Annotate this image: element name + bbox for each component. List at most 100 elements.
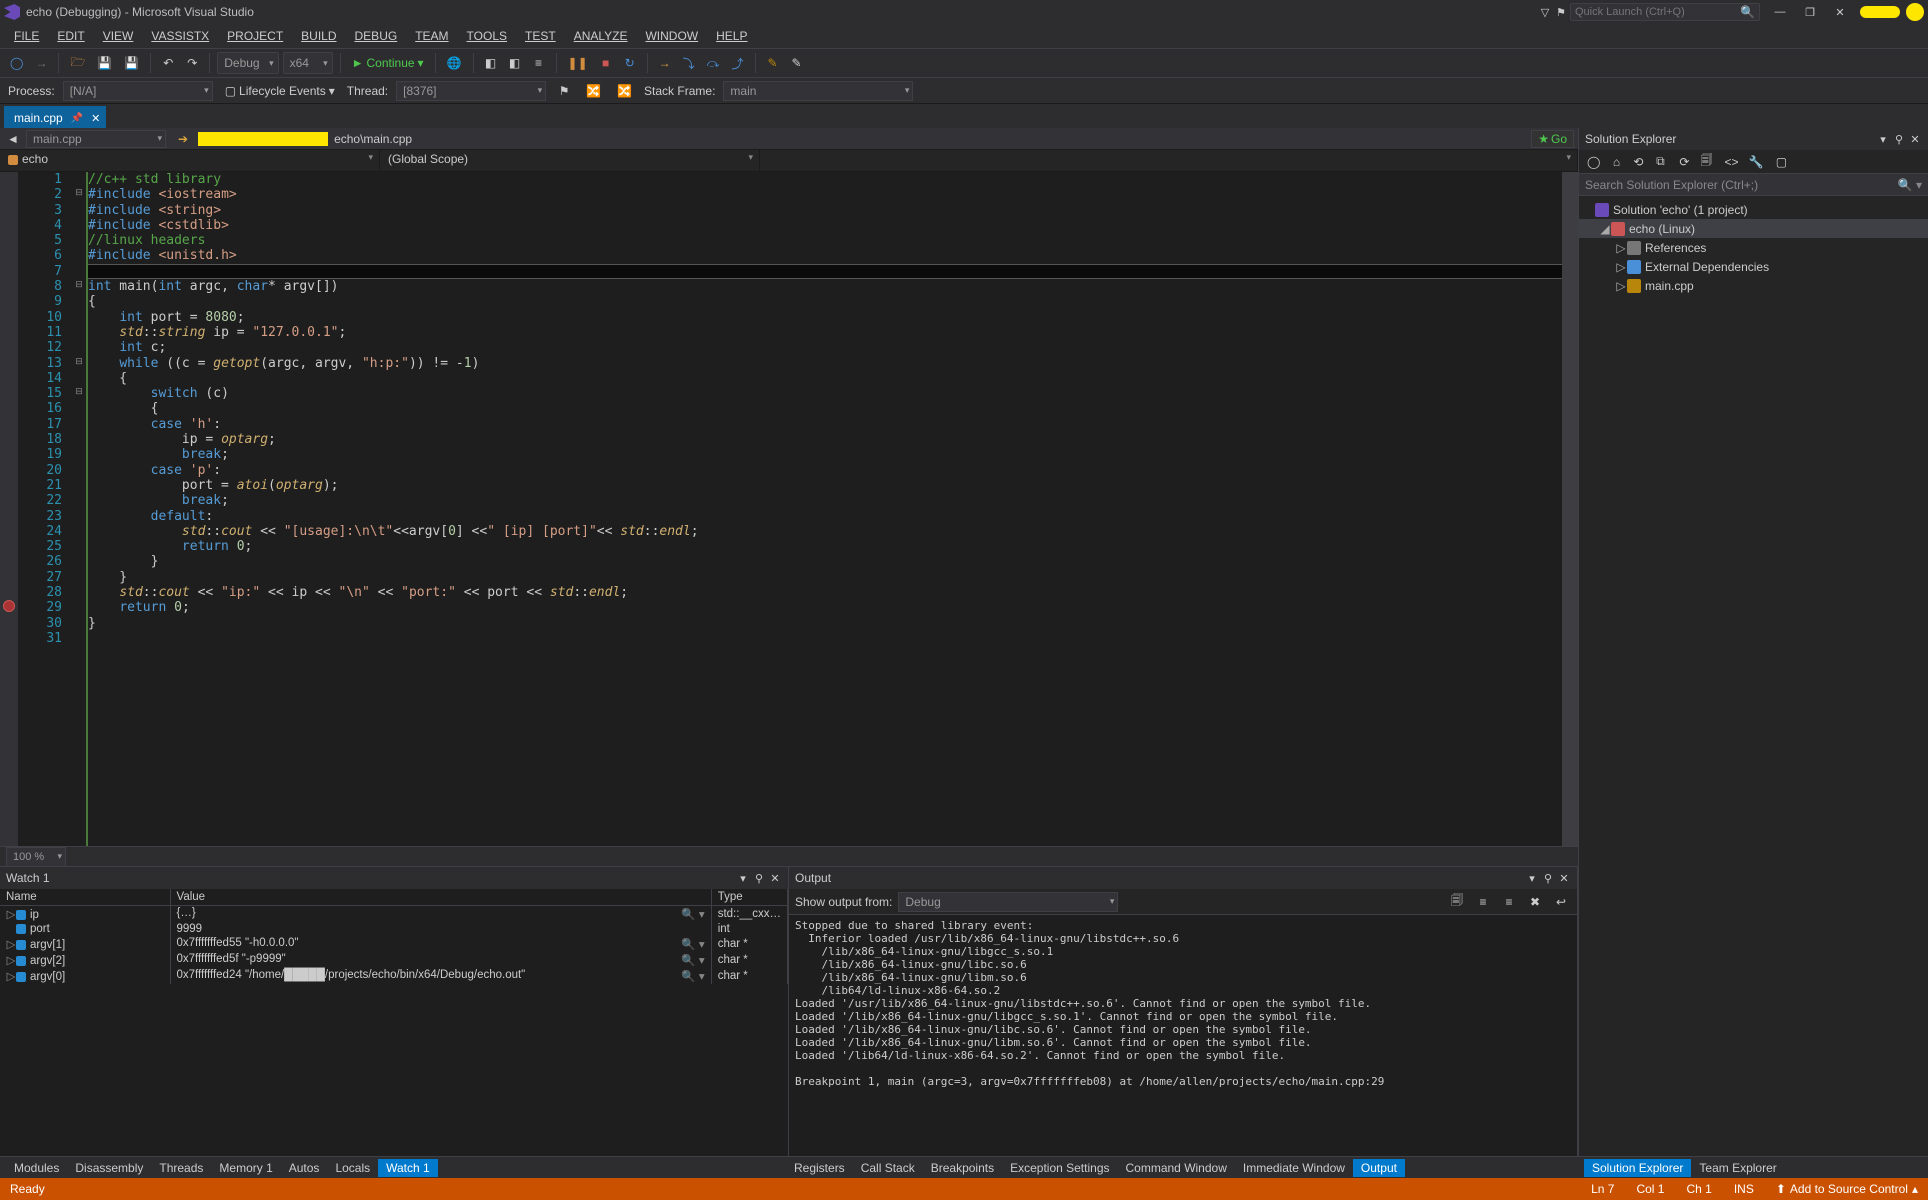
code-line[interactable]: int c; xyxy=(86,340,1562,355)
break-all-button[interactable]: ❚❚ xyxy=(564,52,592,74)
thread-filter-icon[interactable]: 🔀 xyxy=(582,80,605,102)
tool-tab[interactable]: Memory 1 xyxy=(211,1159,280,1177)
breakpoint-icon[interactable] xyxy=(3,600,15,612)
show-next-button[interactable]: → xyxy=(655,52,675,74)
tool-tab[interactable]: Solution Explorer xyxy=(1584,1159,1691,1177)
restart-button[interactable]: ↻ xyxy=(620,52,640,74)
tool-tab[interactable]: Exception Settings xyxy=(1002,1159,1117,1177)
tab-close-icon[interactable]: ✕ xyxy=(91,112,100,125)
code-line[interactable]: break; xyxy=(86,493,1562,508)
toggle2-button[interactable]: ◧ xyxy=(505,52,525,74)
tree-item[interactable]: ▷External Dependencies xyxy=(1579,257,1928,276)
list-button[interactable]: ≡ xyxy=(529,52,549,74)
document-tab-main-cpp[interactable]: main.cpp 📌 ✕ xyxy=(4,106,106,128)
se-preview-icon[interactable]: ▢ xyxy=(1771,151,1791,173)
tool-tab[interactable]: Autos xyxy=(281,1159,328,1177)
minimize-button[interactable]: — xyxy=(1766,1,1794,23)
se-collapse-icon[interactable]: ⧉ xyxy=(1650,151,1670,173)
open-button[interactable]: 🗁 xyxy=(66,52,89,74)
tool-tab[interactable]: Breakpoints xyxy=(923,1159,1002,1177)
quick-launch-input[interactable] xyxy=(1575,6,1740,18)
code-line[interactable]: switch (c) xyxy=(86,386,1562,401)
toggle-button[interactable]: ◧ xyxy=(481,52,501,74)
process-combo[interactable]: [N/A] xyxy=(63,81,213,101)
save-button[interactable]: 💾 xyxy=(93,52,116,74)
code-line[interactable]: #include <unistd.h> xyxy=(86,248,1562,263)
tool-tab[interactable]: Immediate Window xyxy=(1235,1159,1353,1177)
menu-debug[interactable]: DEBUG xyxy=(347,27,406,45)
go-button[interactable]: ★Go xyxy=(1531,130,1574,148)
se-home-icon[interactable]: ⌂ xyxy=(1606,151,1626,173)
zoom-combo[interactable]: 100 % xyxy=(6,847,66,867)
tree-item[interactable]: Solution 'echo' (1 project) xyxy=(1579,200,1928,219)
code-line[interactable]: std::cout << "ip:" << ip << "\n" << "por… xyxy=(86,585,1562,600)
quick-launch[interactable]: 🔍 xyxy=(1570,3,1760,21)
member-scope-combo[interactable] xyxy=(760,150,1578,171)
code-line[interactable]: { xyxy=(86,371,1562,386)
code-line[interactable]: { xyxy=(86,294,1562,309)
output-pin-icon[interactable]: ⚲ xyxy=(1541,871,1555,885)
code-line[interactable] xyxy=(86,264,1562,279)
file-dropdown[interactable]: main.cpp xyxy=(26,130,166,148)
se-properties-icon[interactable]: 🔧 xyxy=(1744,151,1767,173)
tool-tab[interactable]: Team Explorer xyxy=(1691,1159,1784,1177)
lifecycle-events-button[interactable]: ▢ Lifecycle Events ▾ xyxy=(221,80,339,102)
filter-icon[interactable]: ▽ xyxy=(1538,5,1552,19)
code-line[interactable]: break; xyxy=(86,447,1562,462)
menu-help[interactable]: HELP xyxy=(708,27,755,45)
watch-row[interactable]: ▷argv[0]0x7fffffffed24 "/home/█████/proj… xyxy=(0,968,788,984)
tools-button[interactable]: ✎ xyxy=(763,52,783,74)
se-code-icon[interactable]: <> xyxy=(1720,151,1742,173)
menu-vassistx[interactable]: VASSISTX xyxy=(143,27,217,45)
code-line[interactable]: case 'h': xyxy=(86,417,1562,432)
show-output-combo[interactable]: Debug xyxy=(898,892,1118,912)
platform-combo[interactable]: x64 xyxy=(283,52,333,74)
code-line[interactable]: while ((c = getopt(argc, argv, "h:p:")) … xyxy=(86,356,1562,371)
code-line[interactable]: ip = optarg; xyxy=(86,432,1562,447)
col-value[interactable]: Value xyxy=(170,889,711,906)
tool-tab[interactable]: Call Stack xyxy=(853,1159,923,1177)
code-line[interactable]: #include <string> xyxy=(86,203,1562,218)
se-search[interactable]: Search Solution Explorer (Ctrl+;) 🔍 ▾ xyxy=(1579,174,1928,196)
tool-tab[interactable]: Modules xyxy=(6,1159,67,1177)
code-line[interactable]: } xyxy=(86,616,1562,631)
thread-combo[interactable]: [8376] xyxy=(396,81,546,101)
tools2-button[interactable]: ✎ xyxy=(787,52,807,74)
watch-close-icon[interactable]: ✕ xyxy=(768,871,782,885)
code-line[interactable]: #include <iostream> xyxy=(86,187,1562,202)
col-type[interactable]: Type xyxy=(711,889,787,906)
tree-item[interactable]: ◢echo (Linux) xyxy=(1579,219,1928,238)
watch-row[interactable]: ▷argv[2]0x7fffffffed5f "-p9999" 🔍 ▾char … xyxy=(0,952,788,968)
tree-item[interactable]: ▷main.cpp xyxy=(1579,276,1928,295)
out-goto-icon[interactable]: ≡ xyxy=(1473,891,1493,913)
menu-view[interactable]: VIEW xyxy=(95,27,142,45)
nav-back-icon[interactable]: ◄ xyxy=(4,130,22,148)
code-line[interactable]: return 0; xyxy=(86,539,1562,554)
menu-file[interactable]: FILE xyxy=(6,27,47,45)
menu-project[interactable]: PROJECT xyxy=(219,27,291,45)
flag-icon[interactable]: ⚑ xyxy=(554,80,574,102)
tool-tab[interactable]: Registers xyxy=(786,1159,853,1177)
tool-tab[interactable]: Watch 1 xyxy=(378,1159,438,1177)
stop-debug-button[interactable]: ■ xyxy=(596,52,616,74)
se-sync-icon[interactable]: ⟲ xyxy=(1628,151,1648,173)
add-source-control-button[interactable]: ⬆ Add to Source Control ▴ xyxy=(1776,1182,1918,1196)
code-line[interactable]: default: xyxy=(86,509,1562,524)
se-showall-icon[interactable]: 🗐 xyxy=(1696,151,1716,173)
tree-item[interactable]: ▷References xyxy=(1579,238,1928,257)
save-all-button[interactable]: 💾 xyxy=(120,52,143,74)
menu-window[interactable]: WINDOW xyxy=(637,27,706,45)
close-button[interactable]: ✕ xyxy=(1826,1,1854,23)
menu-analyze[interactable]: ANALYZE xyxy=(566,27,636,45)
code-line[interactable]: int main(int argc, char* argv[]) xyxy=(86,279,1562,294)
watch-table[interactable]: Name Value Type ▷ip{…} 🔍 ▾std::__cxx… po… xyxy=(0,889,788,984)
out-clear-icon[interactable]: ✖ xyxy=(1525,891,1545,913)
menu-team[interactable]: TEAM xyxy=(407,27,456,45)
notifications-icon[interactable]: ⚑ xyxy=(1554,5,1568,19)
code-line[interactable] xyxy=(86,631,1562,646)
output-text[interactable]: Stopped due to shared library event: Inf… xyxy=(789,915,1577,1156)
col-name[interactable]: Name xyxy=(0,889,170,906)
output-close-icon[interactable]: ✕ xyxy=(1557,871,1571,885)
undo-button[interactable]: ↶ xyxy=(158,52,178,74)
thread-only-icon[interactable]: 🔀 xyxy=(613,80,636,102)
